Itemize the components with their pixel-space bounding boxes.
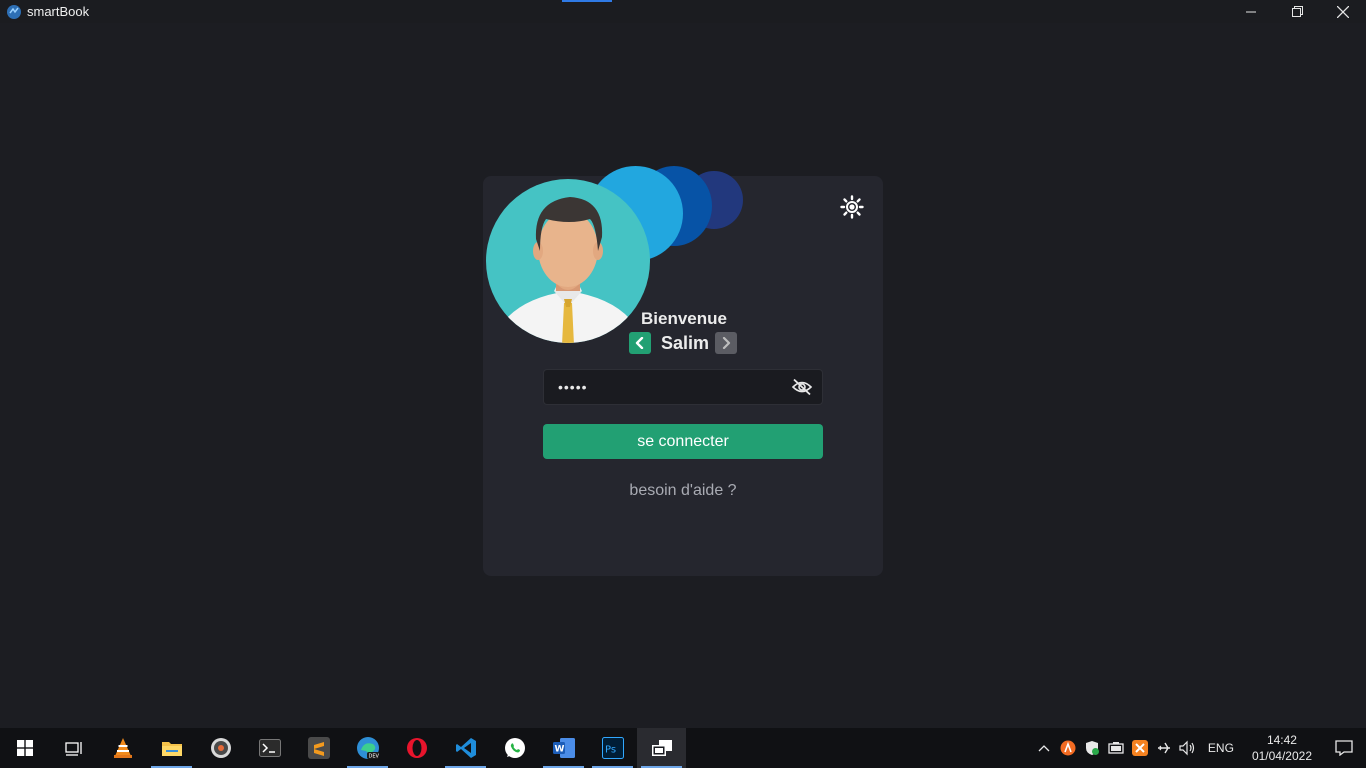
user-avatar [486,179,650,343]
taskbar-app-smartbook[interactable] [637,728,686,768]
theme-toggle-button[interactable] [839,194,865,220]
taskbar-app-vlc[interactable] [98,728,147,768]
taskbar-app-media-player[interactable] [196,728,245,768]
airplane-icon [1157,742,1170,754]
clock-date: 01/04/2022 [1251,749,1312,763]
media-player-icon [210,738,231,758]
terminal-icon [258,739,281,757]
vscode-icon [455,738,476,758]
window-title: smartBook [27,4,90,19]
notification-icon [1335,740,1353,756]
smartbook-taskbar-icon [651,740,672,756]
clock-time: 14:42 [1266,733,1297,747]
taskbar-app-whatsapp[interactable] [490,728,539,768]
taskbar-app-opera[interactable] [392,728,441,768]
start-button[interactable] [0,728,49,768]
svg-text:Ps: Ps [605,745,616,756]
word-icon: W [552,738,575,758]
smartbook-app-icon [7,4,21,19]
password-input[interactable] [544,379,782,395]
connect-button[interactable]: se connecter [543,424,823,459]
eye-off-icon [791,378,813,396]
show-hidden-icons-button[interactable] [1032,728,1056,768]
close-icon [1337,5,1349,18]
welcome-text: Bienvenue [641,309,727,328]
title-bar: smartBook [0,0,1366,23]
taskbar-app-terminal[interactable] [245,728,294,768]
xampp-icon [1131,740,1148,756]
help-link[interactable]: besoin d'aide ? [543,482,823,500]
toggle-password-visibility-button[interactable] [782,370,822,404]
chevron-left-icon [635,337,644,349]
tray-security[interactable] [1080,728,1104,768]
photoshop-icon: Ps [601,737,624,759]
title-accent-line [562,0,612,2]
tray-battery[interactable] [1104,728,1128,768]
system-tray: ENG 14:42 01/04/2022 [1032,728,1366,768]
battery-icon [1108,742,1124,754]
opera-icon [406,738,427,758]
svg-text:W: W [554,745,564,755]
tray-volume[interactable] [1176,728,1200,768]
tray-app-avast[interactable] [1056,728,1080,768]
restore-icon [1291,6,1303,17]
taskbar-app-photoshop[interactable]: Ps [588,728,637,768]
sun-icon [840,195,864,219]
password-field [543,369,823,405]
shield-icon [1085,741,1099,755]
tray-app-xampp[interactable] [1128,728,1152,768]
windows-logo-icon [16,740,33,756]
avatar-illustration [506,197,630,343]
user-selector: Salim [629,332,737,354]
username-label: Salim [661,332,710,353]
whatsapp-icon [504,738,525,758]
volume-icon [1179,740,1195,756]
minimize-button[interactable] [1228,0,1274,23]
tray-airplane-mode[interactable] [1152,728,1176,768]
taskbar: DEV W Ps ENG 14:42 01/04/2022 [0,728,1366,768]
svg-text:DEV: DEV [368,754,379,760]
vlc-icon [113,738,132,758]
taskbar-app-edge-dev[interactable]: DEV [343,728,392,768]
minimize-icon [1246,11,1256,12]
taskbar-app-word[interactable]: W [539,728,588,768]
chevron-right-icon [722,337,731,349]
avast-icon [1060,740,1076,756]
taskbar-app-file-explorer[interactable] [147,728,196,768]
close-button[interactable] [1320,0,1366,23]
notification-center-button[interactable] [1322,728,1366,768]
chevron-up-icon [1038,745,1050,752]
taskbar-app-vscode[interactable] [441,728,490,768]
folder-icon [161,742,182,756]
sublime-text-icon [307,737,330,759]
next-user-button[interactable] [715,332,737,354]
input-language[interactable]: ENG [1200,741,1242,755]
previous-user-button[interactable] [629,332,651,354]
restore-button[interactable] [1274,0,1320,23]
clock[interactable]: 14:42 01/04/2022 [1242,732,1322,764]
taskbar-app-sublime-text[interactable] [294,728,343,768]
edge-dev-icon: DEV [356,737,379,760]
task-view-icon [64,742,82,756]
task-view-button[interactable] [49,728,98,768]
